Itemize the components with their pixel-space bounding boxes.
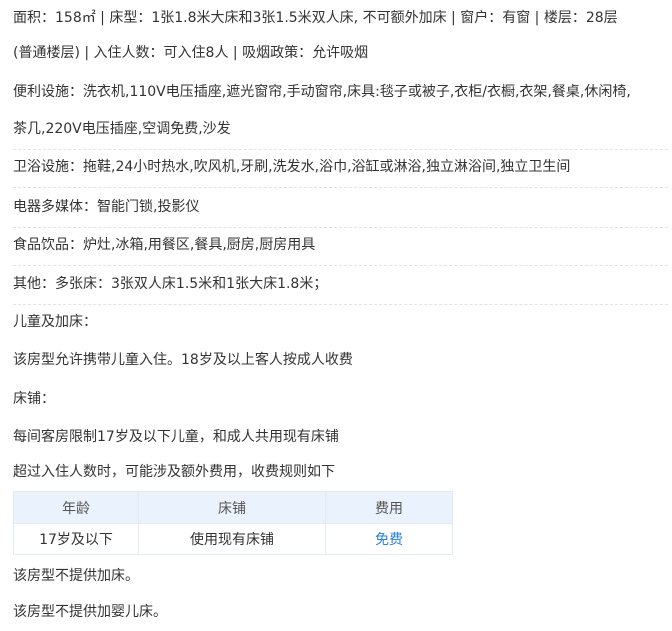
column-header-age: 年龄 xyxy=(13,491,139,524)
other-label: 其他： xyxy=(13,276,55,292)
table-row: 17岁及以下 使用现有床铺 免费 xyxy=(13,523,453,555)
divider xyxy=(13,149,668,150)
bath-value: 拖鞋,24小时热水,吹风机,牙刷,洗发水,浴巾,浴缸或淋浴,独立淋浴间,独立卫生… xyxy=(83,159,571,175)
table-header-row: 年龄 床铺 费用 xyxy=(13,491,453,524)
room-basic-info-line1: 面积：158㎡ | 床型：1张1.8米大床和3张1.5米双人床, 不可额外加床 … xyxy=(13,10,618,26)
bed-heading: 床铺： xyxy=(13,391,55,407)
convenience-facilities-line2: 茶几,220V电压插座,空调免费,沙发 xyxy=(13,121,231,137)
cell-bed: 使用现有床铺 xyxy=(138,523,326,555)
cell-fee: 免费 xyxy=(325,523,453,555)
divider xyxy=(13,227,668,228)
convenience-label: 便利设施： xyxy=(13,84,83,100)
food-label: 食品饮品： xyxy=(13,237,83,253)
column-header-bed: 床铺 xyxy=(138,491,326,524)
media-label: 电器多媒体： xyxy=(13,199,97,215)
cell-age: 17岁及以下 xyxy=(13,523,139,555)
children-policy: 该房型允许携带儿童入住。18岁及以上客人按成人收费 xyxy=(13,352,353,368)
bath-facilities: 卫浴设施：拖鞋,24小时热水,吹风机,牙刷,洗发水,浴巾,浴缸或淋浴,独立淋浴间… xyxy=(13,157,570,177)
children-heading: 儿童及加床： xyxy=(13,314,97,330)
other-value: 多张床：3张双人床1.5米和1张大床1.8米； xyxy=(55,276,328,292)
bath-label: 卫浴设施： xyxy=(13,159,83,175)
column-header-fee: 费用 xyxy=(325,491,453,524)
food-facilities: 食品饮品：炉灶,冰箱,用餐区,餐具,厨房,厨房用具 xyxy=(13,235,315,255)
extra-fee-rule: 超过入住人数时，可能涉及额外费用，收费规则如下 xyxy=(13,464,335,480)
bed-rule: 每间客房限制17岁及以下儿童，和成人共用现有床铺 xyxy=(13,429,339,445)
media-value: 智能门锁,投影仪 xyxy=(97,199,200,215)
divider xyxy=(13,187,668,188)
divider xyxy=(13,304,668,305)
convenience-facilities-line1: 便利设施：洗衣机,110V电压插座,遮光窗帘,手动窗帘,床具:毯子或被子,衣柜/… xyxy=(13,82,631,102)
no-crib-note: 该房型不提供加婴儿床。 xyxy=(13,604,167,620)
media-facilities: 电器多媒体：智能门锁,投影仪 xyxy=(13,197,199,217)
food-value: 炉灶,冰箱,用餐区,餐具,厨房,厨房用具 xyxy=(83,237,316,253)
divider xyxy=(13,265,668,266)
room-basic-info-line2: (普通楼层) | 入住人数：可入住8人 | 吸烟政策：允许吸烟 xyxy=(13,45,369,61)
other-facilities: 其他：多张床：3张双人床1.5米和1张大床1.8米； xyxy=(13,274,327,294)
children-fee-table: 年龄 床铺 费用 17岁及以下 使用现有床铺 免费 xyxy=(13,491,453,555)
no-extra-bed-note: 该房型不提供加床。 xyxy=(13,568,139,584)
convenience-value: 洗衣机,110V电压插座,遮光窗帘,手动窗帘,床具:毯子或被子,衣柜/衣橱,衣架… xyxy=(83,84,631,100)
